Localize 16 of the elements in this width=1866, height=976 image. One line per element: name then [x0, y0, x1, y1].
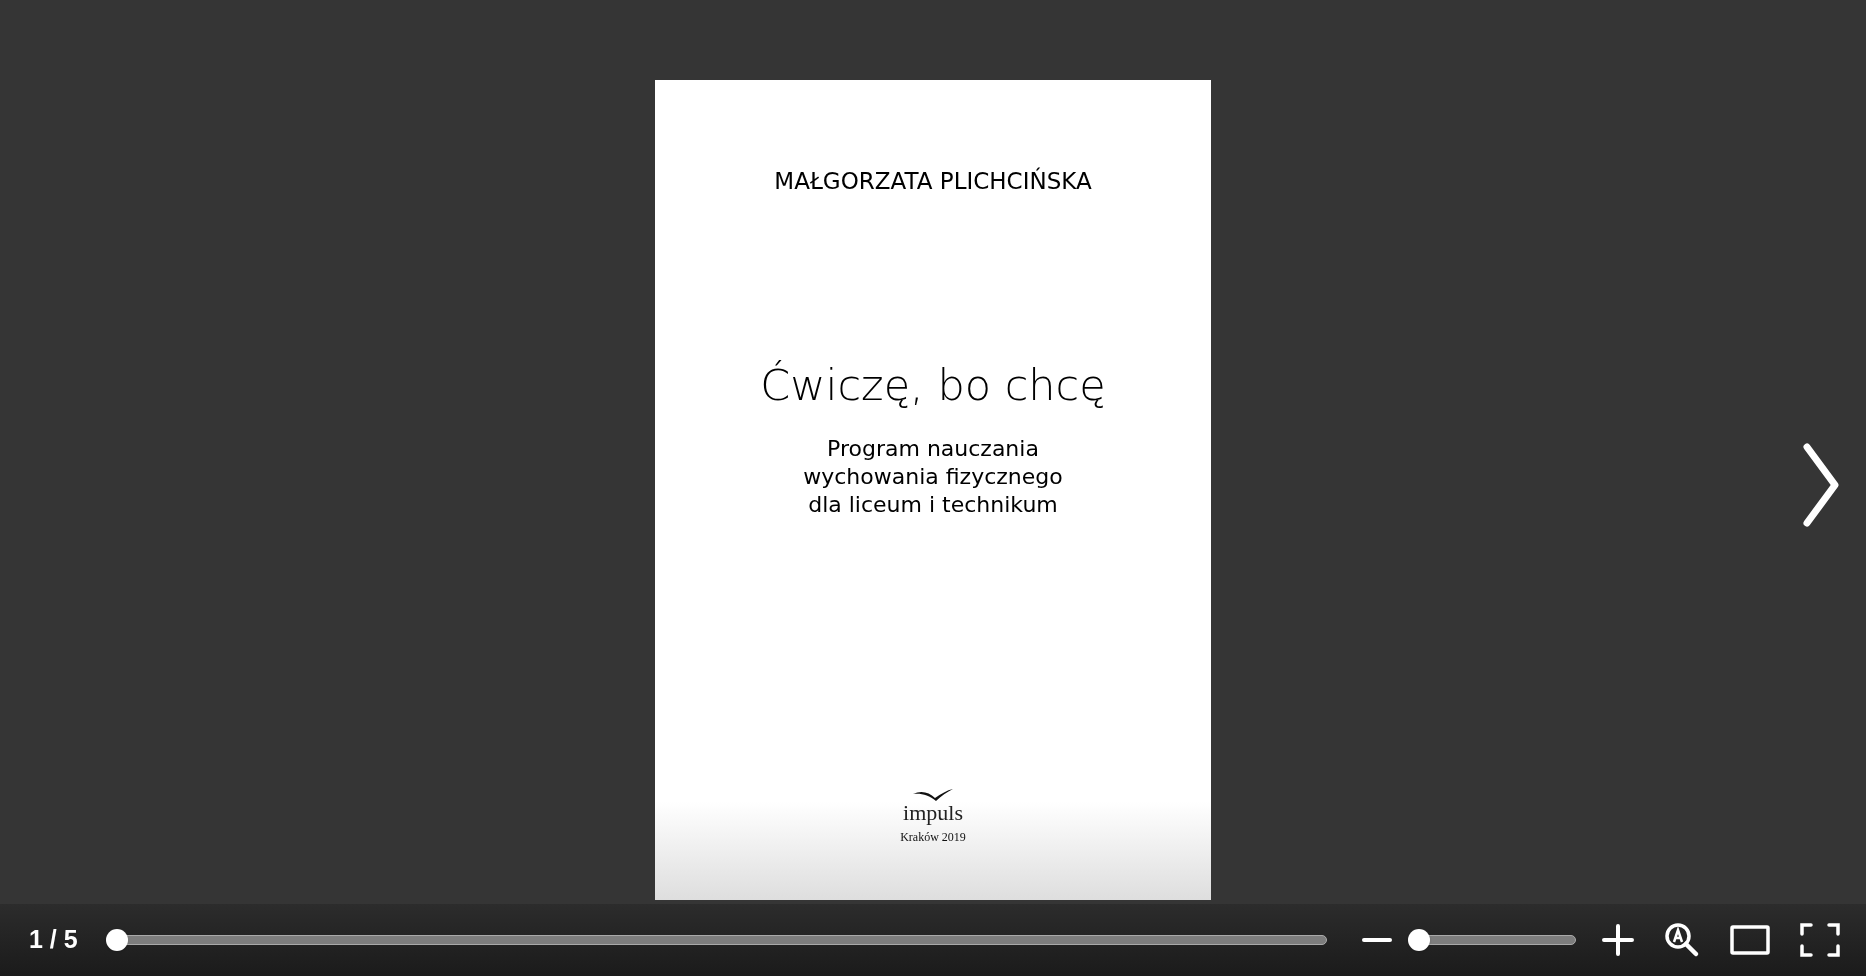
page-counter: 1 / 5 [29, 924, 79, 956]
chevron-right-icon [1801, 443, 1841, 527]
rectangle-icon [1730, 925, 1771, 955]
magnifier-icon [1664, 922, 1701, 958]
minus-icon [1360, 937, 1393, 943]
imprint-text: Kraków 2019 [900, 829, 966, 846]
book-title: Ćwiczę, bo chcę [760, 358, 1106, 412]
fullscreen-button[interactable] [1798, 920, 1842, 960]
publisher-name: impuls [903, 802, 963, 824]
progress-slider-thumb[interactable] [105, 929, 128, 951]
fullscreen-icon [1800, 923, 1840, 957]
zoom-slider-thumb[interactable] [1407, 929, 1430, 951]
book-subtitle: Program nauczania wychowania fizycznego dla liceum i technikum [803, 435, 1063, 519]
author-name: MAŁGORZATA PLICHCIŃSKA [774, 166, 1092, 196]
plus-icon [1601, 923, 1636, 957]
bird-icon [911, 788, 955, 802]
